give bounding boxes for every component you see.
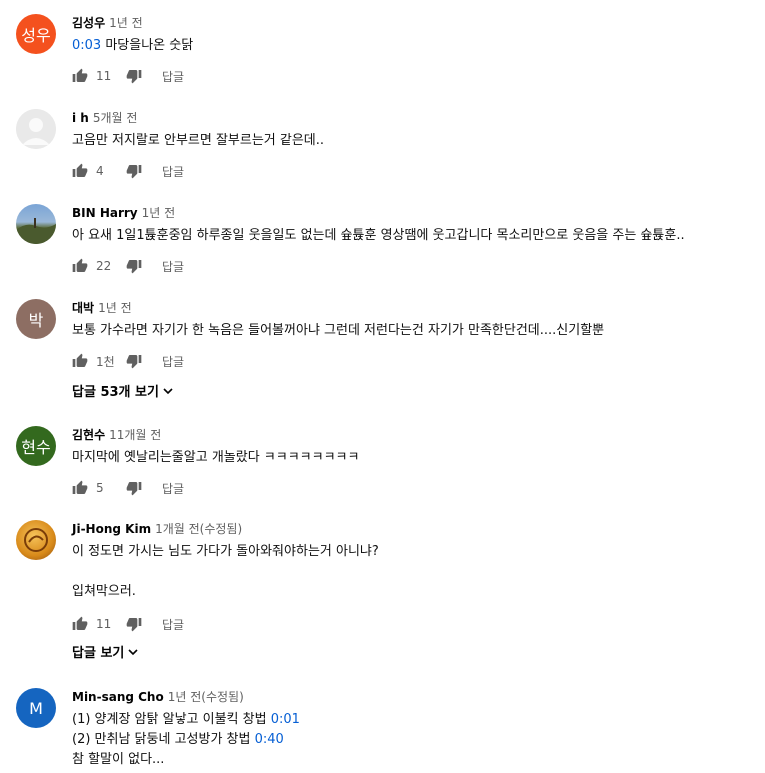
thumbs-down-icon[interactable]	[126, 616, 142, 632]
comment-actions: 11 답글	[72, 68, 184, 84]
comment-time[interactable]: 1개월 전(수정됨)	[155, 522, 242, 536]
chevron-down-icon	[127, 646, 139, 658]
author-name[interactable]: 김성우	[72, 16, 105, 30]
view-replies-button[interactable]: 답글 53개 보기	[72, 381, 174, 400]
like-count: 4	[96, 164, 104, 178]
reply-button[interactable]: 답글	[162, 163, 184, 180]
reply-button[interactable]: 답글	[162, 68, 184, 85]
author-name[interactable]: 대박	[72, 301, 94, 315]
like-count: 1천	[96, 354, 115, 369]
comment-line: 입쳐막으러.	[72, 584, 136, 599]
thumbs-up-icon[interactable]	[72, 616, 88, 632]
author-name[interactable]: Ji-Hong Kim	[72, 522, 151, 536]
comment-actions: 11 답글	[72, 616, 184, 632]
comment-header: 김현수 11개월 전	[72, 426, 161, 443]
thumbs-down-icon[interactable]	[126, 480, 142, 496]
avatar-initials: M	[29, 698, 43, 718]
comment-actions: 5 답글	[72, 480, 184, 496]
comment-header: Min-sang Cho 1년 전(수정됨)	[72, 688, 244, 705]
comment-text: (1) 양계장 암탉 알낳고 이불킥 창법 0:01 (2) 만취남 닭둥네 고…	[72, 710, 300, 770]
thumbs-down-icon[interactable]	[126, 163, 142, 179]
chevron-down-icon	[162, 385, 174, 397]
view-replies-label: 답글 53개 보기	[72, 385, 159, 400]
comment-actions: 1천 답글	[72, 353, 184, 369]
thumbs-down-icon[interactable]	[126, 258, 142, 274]
comment-line: 참 할말이 없다...	[72, 752, 165, 767]
comment-text: 아 요새 1일1튡훈중임 하루종일 웃을일도 없는데 슢튡훈 영상땜에 웃고갑니…	[72, 228, 685, 243]
emblem-avatar-image	[24, 528, 48, 552]
like-count: 11	[96, 617, 112, 631]
comment-actions: 22 답글	[72, 258, 184, 274]
comment-line-text: (2) 만취남 닭둥네 고성방가 창법	[72, 732, 255, 747]
reply-button[interactable]: 답글	[162, 480, 184, 497]
author-name[interactable]: BIN Harry	[72, 206, 138, 220]
author-name[interactable]: i h	[72, 111, 89, 125]
comment-time[interactable]: 1년 전(수정됨)	[168, 690, 244, 704]
avatar-initials: 현수	[21, 438, 51, 457]
comment-header: Ji-Hong Kim 1개월 전(수정됨)	[72, 520, 242, 537]
comment-header: i h 5개월 전	[72, 109, 137, 126]
default-avatar-icon	[16, 109, 56, 149]
author-name[interactable]: Min-sang Cho	[72, 690, 164, 704]
comment-line: (1) 양계장 암탉 알낳고 이불킥 창법 0:01	[72, 710, 300, 730]
thumbs-up-icon[interactable]	[72, 258, 88, 274]
comment-time[interactable]: 5개월 전	[93, 111, 138, 125]
comment-line-text: (1) 양계장 암탉 알낳고 이불킥 창법	[72, 712, 271, 727]
avatar[interactable]: 성우	[16, 14, 56, 54]
comment-header: 대박 1년 전	[72, 299, 132, 316]
reply-button[interactable]: 답글	[162, 258, 184, 275]
like-count: 5	[96, 481, 104, 495]
reply-button[interactable]: 답글	[162, 616, 184, 633]
avatar[interactable]	[16, 520, 56, 560]
comment-time[interactable]: 1년 전	[109, 16, 143, 30]
comment-time[interactable]: 1년 전	[98, 301, 132, 315]
thumbs-up-icon[interactable]	[72, 353, 88, 369]
timestamp-link[interactable]: 0:01	[271, 712, 300, 727]
avatar[interactable]	[16, 109, 56, 149]
timestamp-link[interactable]: 0:03	[72, 38, 101, 53]
thumbs-up-icon[interactable]	[72, 163, 88, 179]
author-name[interactable]: 김현수	[72, 428, 105, 442]
thumbs-up-icon[interactable]	[72, 68, 88, 84]
avatar[interactable]	[16, 204, 56, 244]
comment-body: 마당을나온 숫닭	[101, 38, 194, 53]
comment-line: 이 정도면 가시는 님도 가다가 돌아와줘야하는거 아니냐?	[72, 544, 379, 559]
comment-header: BIN Harry 1년 전	[72, 204, 175, 221]
comment-time[interactable]: 11개월 전	[109, 428, 161, 442]
like-count: 11	[96, 69, 112, 83]
comment-text: 이 정도면 가시는 님도 가다가 돌아와줘야하는거 아니냐? 입쳐막으러.	[72, 542, 379, 602]
avatar-initials: 박	[28, 311, 44, 330]
avatar[interactable]: M	[16, 688, 56, 728]
comment-text: 마지막에 옛날리는줄알고 개놀랐다 ㅋㅋㅋㅋㅋㅋㅋㅋ	[72, 450, 360, 465]
comment-text: 보통 가수라면 자기가 한 녹음은 들어볼꺼아냐 그런데 저런다는건 자기가 만…	[72, 323, 605, 338]
comment-line: (2) 만취남 닭둥네 고성방가 창법 0:40	[72, 730, 300, 750]
timestamp-link[interactable]: 0:40	[255, 732, 284, 747]
thumbs-down-icon[interactable]	[126, 68, 142, 84]
avatar[interactable]: 박	[16, 299, 56, 339]
like-count: 22	[96, 259, 112, 273]
comment-actions: 4 답글	[72, 163, 184, 179]
view-replies-button[interactable]: 답글 보기	[72, 642, 139, 661]
view-replies-label: 답글 보기	[72, 646, 125, 661]
thumbs-down-icon[interactable]	[126, 353, 142, 369]
avatar[interactable]: 현수	[16, 426, 56, 466]
comment-text: 0:03 마당을나온 숫닭	[72, 36, 193, 56]
landscape-avatar-image	[16, 218, 56, 244]
comment-header: 김성우 1년 전	[72, 14, 143, 31]
avatar-initials: 성우	[21, 26, 51, 45]
comment-text: 고음만 저지랄로 안부르면 잘부르는거 같은데..	[72, 133, 325, 148]
reply-button[interactable]: 답글	[162, 353, 184, 370]
comment-time[interactable]: 1년 전	[142, 206, 176, 220]
thumbs-up-icon[interactable]	[72, 480, 88, 496]
